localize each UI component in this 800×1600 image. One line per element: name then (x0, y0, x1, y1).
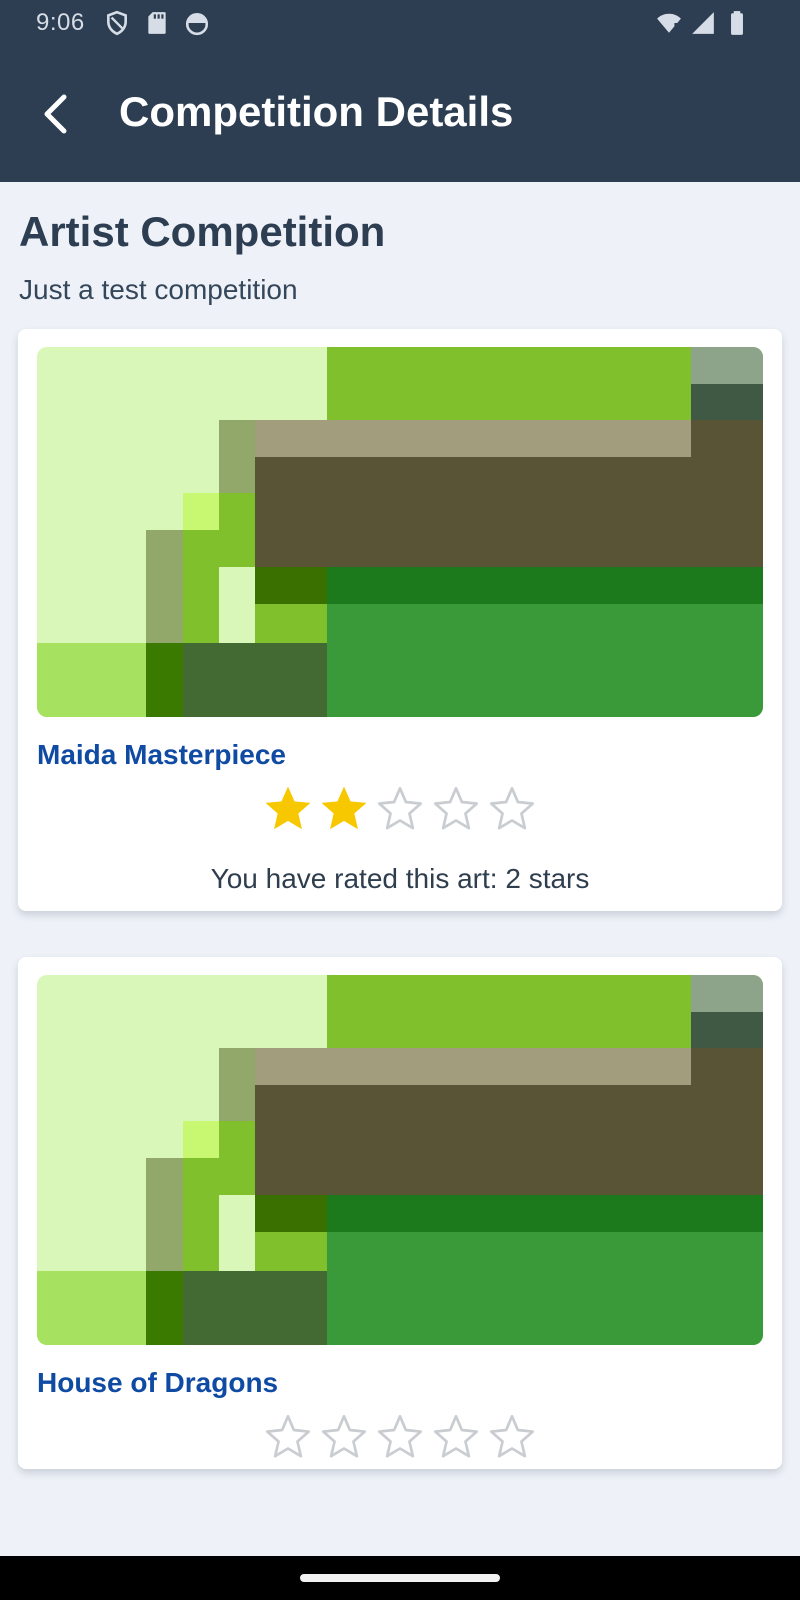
star-filled-icon (321, 786, 367, 830)
star-3-button[interactable] (372, 1409, 428, 1465)
star-filled-icon (265, 786, 311, 830)
battery-icon (731, 11, 743, 35)
competition-content: Artist Competition Just a test competiti… (0, 182, 800, 1556)
star-outline-icon (377, 786, 423, 830)
status-bar: 9:06 (0, 0, 800, 46)
star-outline-icon (433, 1414, 479, 1458)
star-3-button[interactable] (372, 781, 428, 837)
status-icons-right (656, 10, 750, 36)
competition-description: Just a test competition (19, 274, 298, 305)
chevron-left-icon (44, 94, 67, 134)
artwork-image[interactable] (37, 347, 763, 717)
star-1-button[interactable] (260, 1409, 316, 1465)
star-outline-icon (377, 1414, 423, 1458)
cellular-signal-icon (692, 12, 714, 34)
status-time: 9:06 (36, 9, 85, 36)
shield-icon (107, 10, 127, 36)
star-4-button[interactable] (428, 781, 484, 837)
star-rating[interactable] (260, 781, 540, 837)
status-icons-left (104, 10, 210, 36)
wifi-icon (657, 13, 681, 34)
artwork-image[interactable] (37, 975, 763, 1345)
star-5-button[interactable] (484, 1409, 540, 1465)
system-navigation-bar (0, 1556, 800, 1600)
star-outline-icon (321, 1414, 367, 1458)
pixel-art (37, 975, 763, 1345)
rating-status-text: You have rated this art: 2 stars (210, 863, 590, 894)
star-outline-icon (489, 786, 535, 830)
android-face-icon (185, 13, 209, 36)
artwork-title[interactable]: House of Dragons (37, 1367, 278, 1399)
pixel-art (37, 347, 763, 717)
artwork-title[interactable]: Maida Masterpiece (37, 739, 286, 771)
toolbar: Competition Details (0, 62, 800, 166)
star-2-button[interactable] (316, 781, 372, 837)
star-2-button[interactable] (316, 1409, 372, 1465)
back-button[interactable] (26, 84, 86, 144)
star-outline-icon (265, 1414, 311, 1458)
star-5-button[interactable] (484, 781, 540, 837)
star-4-button[interactable] (428, 1409, 484, 1465)
page-title: Competition Details (119, 88, 514, 135)
home-gesture-handle[interactable] (300, 1574, 500, 1582)
competition-title: Artist Competition (19, 208, 386, 255)
star-rating[interactable] (260, 1409, 540, 1465)
star-outline-icon (489, 1414, 535, 1458)
star-1-button[interactable] (260, 781, 316, 837)
app-bar: 9:06 Competition Details (0, 0, 800, 182)
artwork-card: House of Dragons (18, 957, 782, 1469)
sd-card-icon (148, 12, 166, 34)
star-outline-icon (433, 786, 479, 830)
artwork-card: Maida Masterpiece You have rated this ar… (18, 329, 782, 911)
